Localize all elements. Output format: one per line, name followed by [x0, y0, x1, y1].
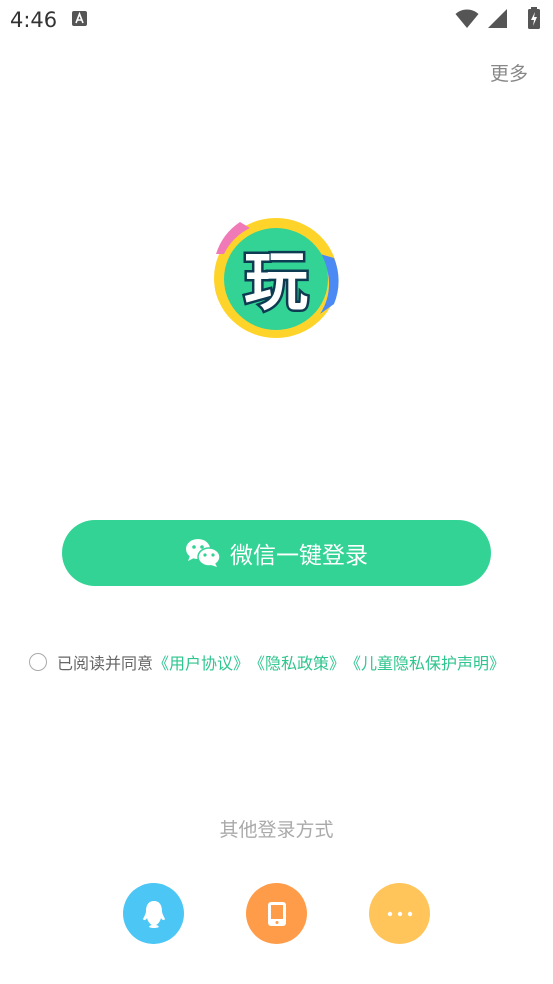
logo-glyph: 玩 — [244, 246, 308, 320]
more-link[interactable]: 更多 — [490, 59, 528, 86]
wechat-icon — [185, 538, 221, 568]
more-login-button[interactable] — [369, 883, 430, 944]
user-agreement-link[interactable]: 《用户协议》 — [153, 650, 249, 674]
text-a-icon — [72, 11, 87, 26]
signal-icon — [488, 9, 507, 28]
app-logo: 玩 — [210, 214, 342, 344]
wifi-icon — [455, 9, 479, 28]
privacy-policy-link[interactable]: 《隐私政策》 — [249, 650, 345, 674]
wechat-login-button[interactable]: 微信一键登录 — [62, 520, 491, 586]
status-time: 4:46 — [10, 8, 58, 32]
agreement-prefix: 已阅读并同意 — [57, 654, 154, 673]
child-privacy-link[interactable]: 《儿童隐私保护声明》 — [345, 650, 505, 674]
battery-icon — [528, 7, 540, 29]
phone-login-button[interactable] — [246, 883, 307, 944]
other-login-title: 其他登录方式 — [219, 819, 334, 841]
agreement-row: 已阅读并同意 《用户协议》 《隐私政策》 《儿童隐私保护声明》 — [29, 650, 505, 674]
status-bar: 4:46 — [0, 0, 553, 38]
qq-login-button[interactable] — [123, 883, 184, 944]
more-dots-icon — [387, 911, 412, 916]
qq-icon — [142, 900, 165, 928]
agreement-checkbox[interactable] — [29, 653, 47, 671]
wechat-login-label: 微信一键登录 — [230, 543, 368, 569]
phone-icon — [267, 901, 286, 926]
